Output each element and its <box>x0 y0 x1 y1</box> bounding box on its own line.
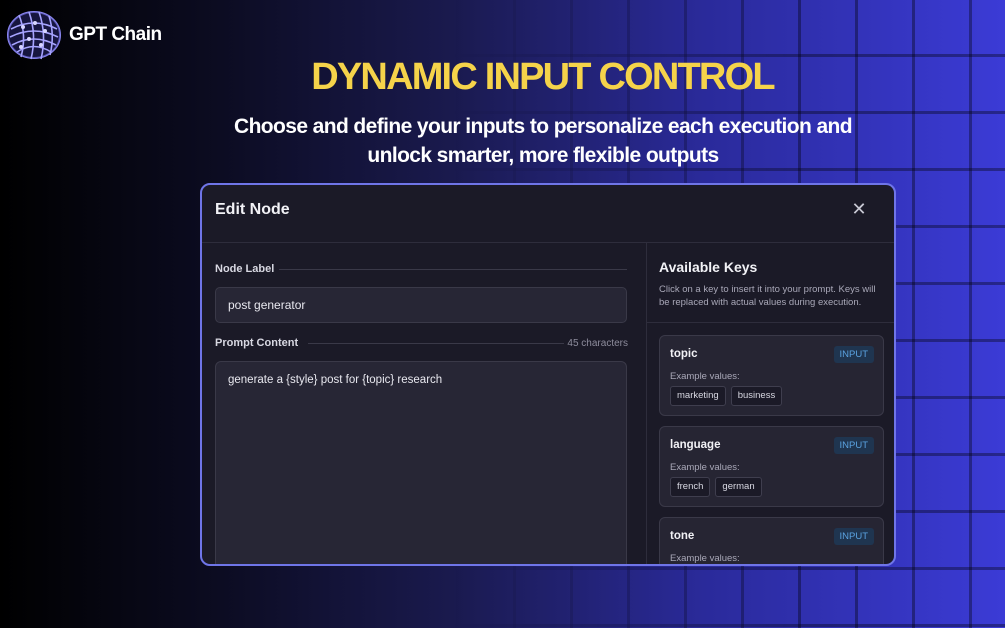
key-type-badge: INPUT <box>833 528 874 545</box>
hero-subtitle: Choose and define your inputs to persona… <box>234 115 853 167</box>
keys-divider <box>647 322 894 323</box>
available-keys-description: Click on a key to insert it into your pr… <box>659 284 876 308</box>
key-name: tone <box>670 530 695 542</box>
key-card-language[interactable]: language INPUT Example values: french ge… <box>659 426 884 507</box>
prompt-content-textarea[interactable]: generate a {style} post for {topic} rese… <box>215 361 627 564</box>
example-value-chip[interactable]: marketing <box>670 386 726 406</box>
key-name: topic <box>670 348 698 360</box>
modal-title: Edit Node <box>215 201 290 218</box>
prompt-content-divider <box>308 343 564 344</box>
example-value-chip[interactable]: business <box>730 386 783 406</box>
key-name: language <box>670 439 721 451</box>
hero-title: DYNAMIC INPUT CONTROL <box>311 56 775 98</box>
edit-node-modal: Edit Node ✕ Node Label post generator Pr… <box>200 183 896 566</box>
available-keys-pane: Available Keys Click on a key to insert … <box>646 243 894 564</box>
example-values-label: Example values: <box>670 553 740 564</box>
character-count: 45 characters <box>567 338 628 349</box>
key-type-badge: INPUT <box>833 437 874 454</box>
brand-name: GPT Chain <box>69 24 162 45</box>
example-value-chip[interactable]: french <box>670 477 711 497</box>
key-card-tone[interactable]: tone INPUT Example values: <box>659 517 884 564</box>
prompt-content-label: Prompt Content <box>215 337 299 349</box>
brain-mesh-icon <box>7 11 61 60</box>
close-button[interactable]: ✕ <box>850 200 868 218</box>
example-values-list: french german <box>670 477 762 497</box>
node-label-divider <box>279 269 627 270</box>
brand-logo[interactable]: GPT Chain <box>5 7 162 63</box>
node-label-label: Node Label <box>215 263 275 275</box>
modal-header: Edit Node ✕ <box>202 185 894 243</box>
node-label-input[interactable]: post generator <box>215 287 627 323</box>
node-editor-pane: Node Label post generator Prompt Content… <box>202 243 646 564</box>
key-type-badge: INPUT <box>833 346 874 363</box>
example-values-list: marketing business <box>670 386 783 406</box>
example-values-label: Example values: <box>670 462 740 473</box>
available-keys-title: Available Keys <box>659 259 758 275</box>
key-card-topic[interactable]: topic INPUT Example values: marketing bu… <box>659 335 884 416</box>
close-icon: ✕ <box>851 199 867 219</box>
example-value-chip[interactable]: german <box>715 477 762 497</box>
example-values-label: Example values: <box>670 371 740 382</box>
